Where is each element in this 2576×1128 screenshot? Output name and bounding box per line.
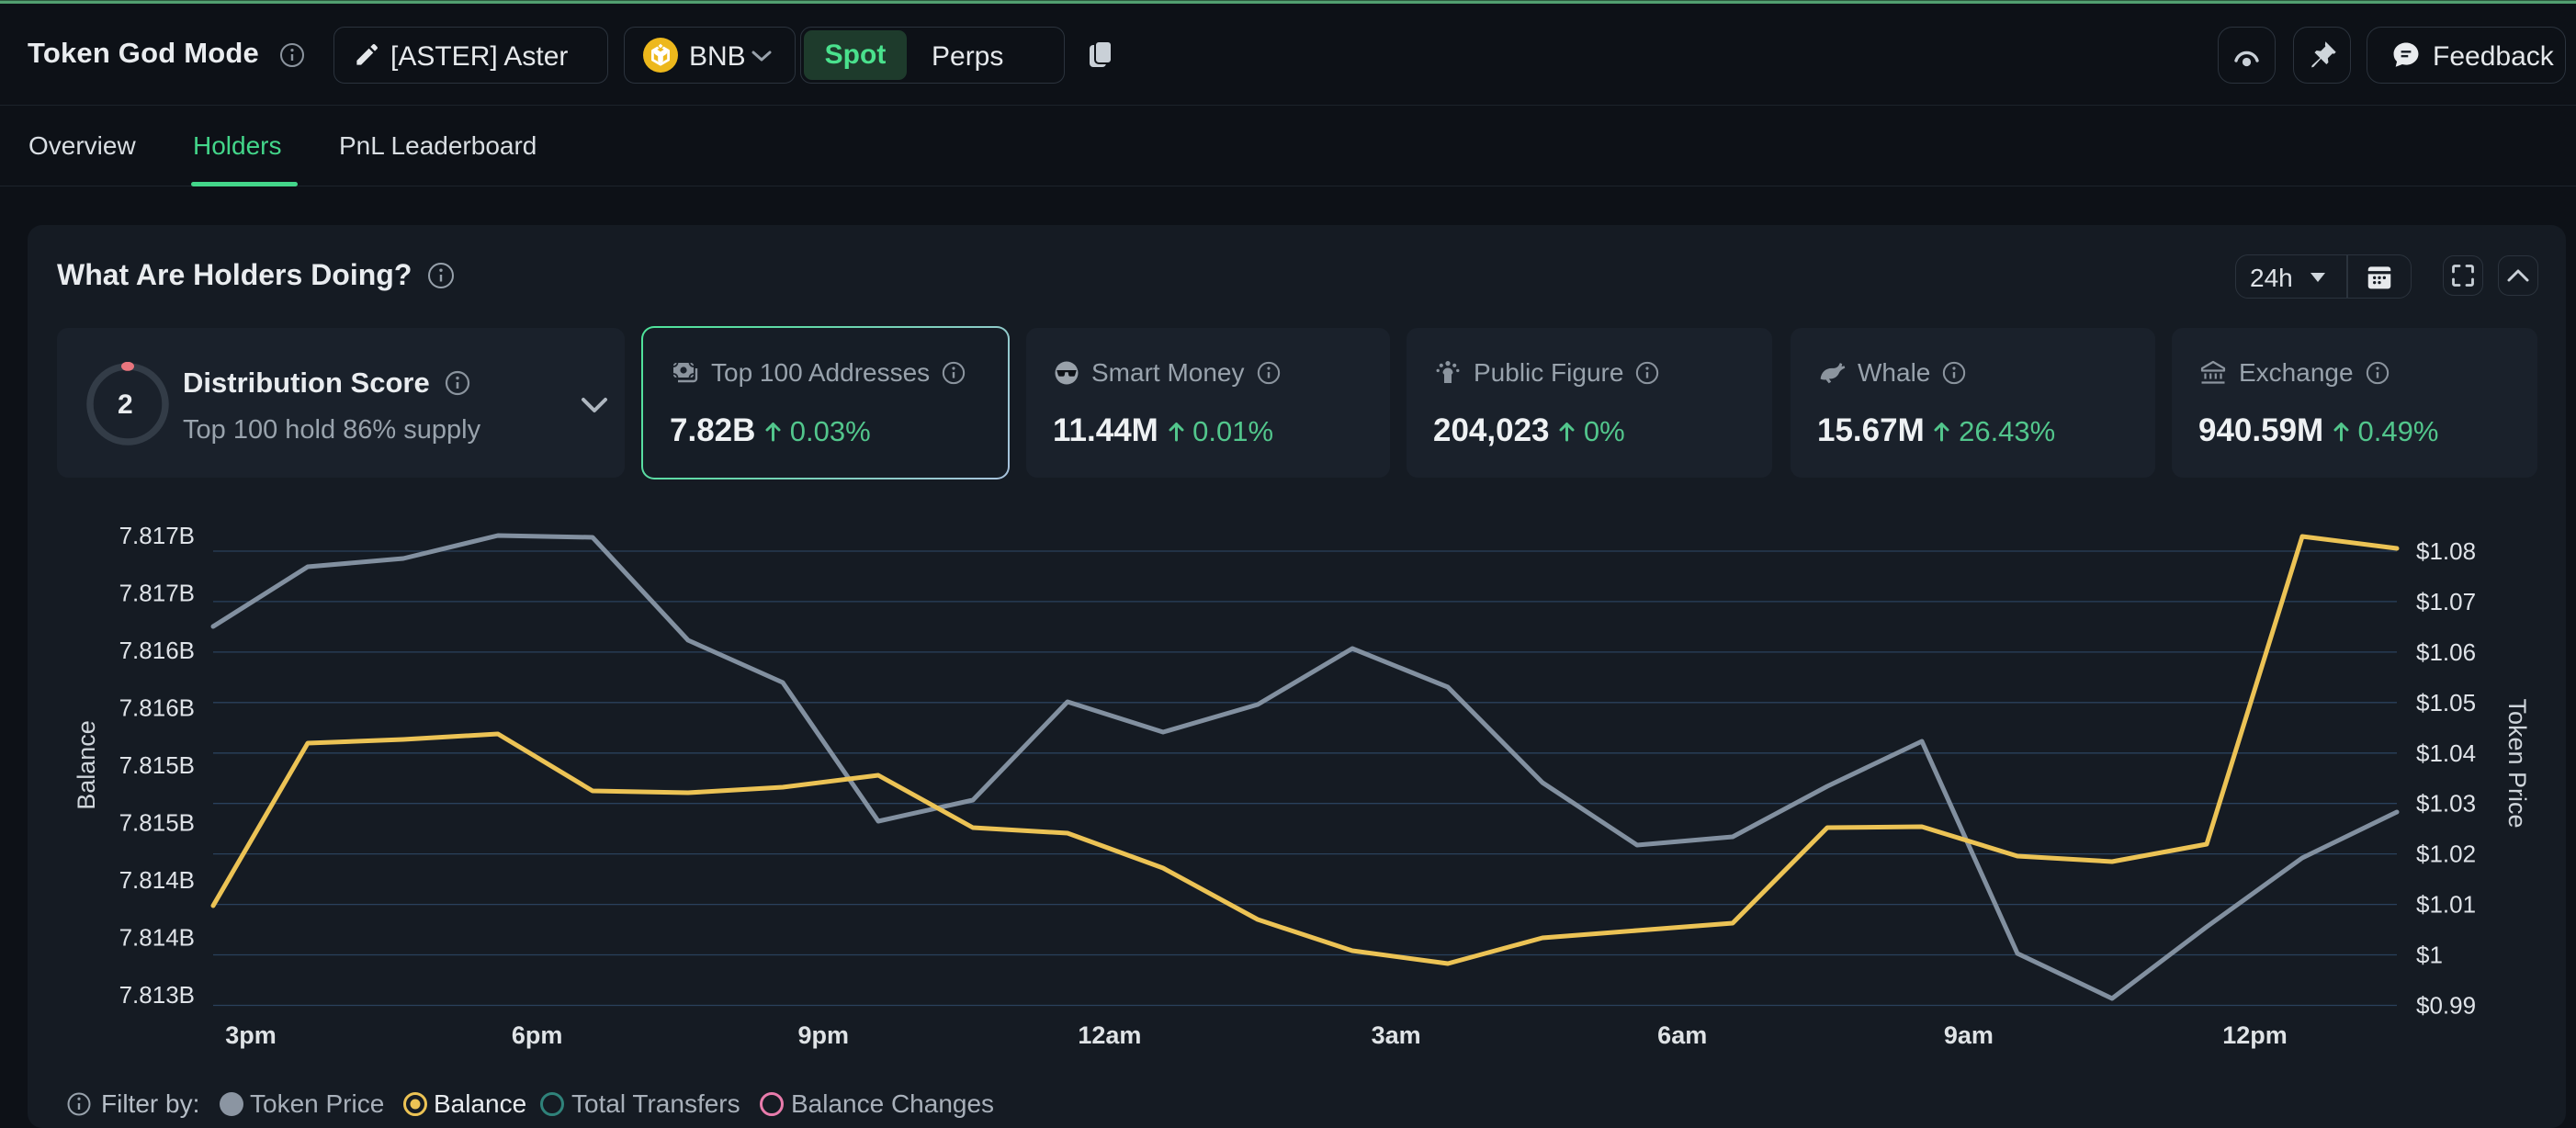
svg-text:9am: 9am — [1944, 1021, 1994, 1049]
svg-text:6pm: 6pm — [512, 1021, 563, 1049]
svg-text:Token Price: Token Price — [2503, 698, 2531, 828]
svg-text:Total Transfers: Total Transfers — [571, 1091, 740, 1118]
svg-text:7.817B: 7.817B — [119, 522, 195, 549]
svg-text:7.816B: 7.816B — [119, 694, 195, 722]
svg-text:$1.01: $1.01 — [2416, 891, 2476, 919]
svg-text:12pm: 12pm — [2222, 1021, 2288, 1049]
svg-text:$1.06: $1.06 — [2416, 638, 2476, 666]
svg-text:7.817B: 7.817B — [119, 580, 195, 607]
svg-text:7.815B: 7.815B — [119, 751, 195, 779]
svg-text:9pm: 9pm — [798, 1021, 850, 1049]
svg-text:3pm: 3pm — [225, 1021, 277, 1049]
svg-text:7.816B: 7.816B — [119, 637, 195, 664]
svg-text:Filter by:: Filter by: — [101, 1091, 199, 1118]
svg-text:$1.03: $1.03 — [2416, 790, 2476, 818]
svg-text:$1.02: $1.02 — [2416, 840, 2476, 868]
svg-text:7.814B: 7.814B — [119, 924, 195, 952]
svg-text:7.814B: 7.814B — [119, 866, 195, 894]
svg-text:7.813B: 7.813B — [119, 981, 195, 1009]
svg-text:6am: 6am — [1657, 1021, 1707, 1049]
svg-text:$1.07: $1.07 — [2416, 588, 2476, 615]
svg-text:3am: 3am — [1372, 1021, 1421, 1049]
svg-text:7.815B: 7.815B — [119, 809, 195, 837]
svg-text:12am: 12am — [1078, 1021, 1141, 1049]
svg-text:Balance: Balance — [434, 1091, 526, 1118]
svg-text:$1.08: $1.08 — [2416, 537, 2476, 565]
svg-text:Balance Changes: Balance Changes — [791, 1091, 994, 1118]
svg-text:Token Price: Token Price — [250, 1091, 384, 1118]
svg-text:Balance: Balance — [73, 720, 100, 810]
svg-text:$1.04: $1.04 — [2416, 739, 2476, 767]
svg-text:$1.05: $1.05 — [2416, 689, 2476, 716]
svg-text:$0.99: $0.99 — [2416, 992, 2476, 1020]
svg-text:$1: $1 — [2416, 942, 2443, 969]
